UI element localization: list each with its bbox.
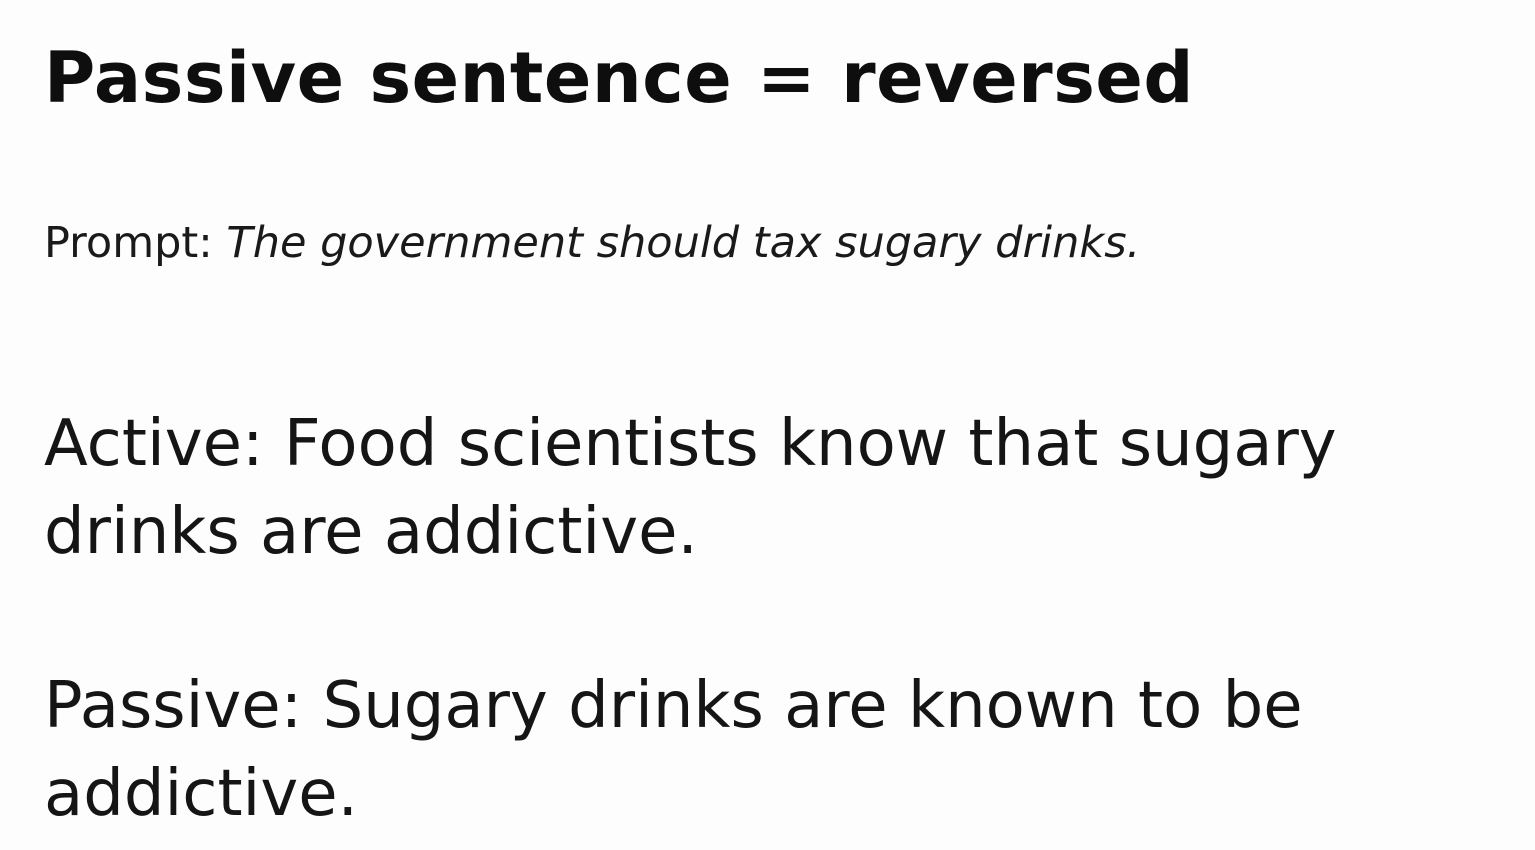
passive-example: Passive: Sugary drinks are known to be a… bbox=[44, 662, 1524, 838]
slide-title: Passive sentence = reversed bbox=[44, 37, 1194, 119]
prompt-label: Prompt: bbox=[44, 218, 213, 268]
prompt-line: Prompt: The government should tax sugary… bbox=[44, 218, 1140, 270]
active-example: Active: Food scientists know that sugary… bbox=[44, 400, 1524, 576]
active-label: Active: bbox=[44, 407, 264, 481]
passive-label: Passive: bbox=[44, 669, 303, 743]
slide: Passive sentence = reversed Prompt: The … bbox=[0, 0, 1535, 850]
prompt-text: The government should tax sugary drinks. bbox=[226, 218, 1141, 268]
